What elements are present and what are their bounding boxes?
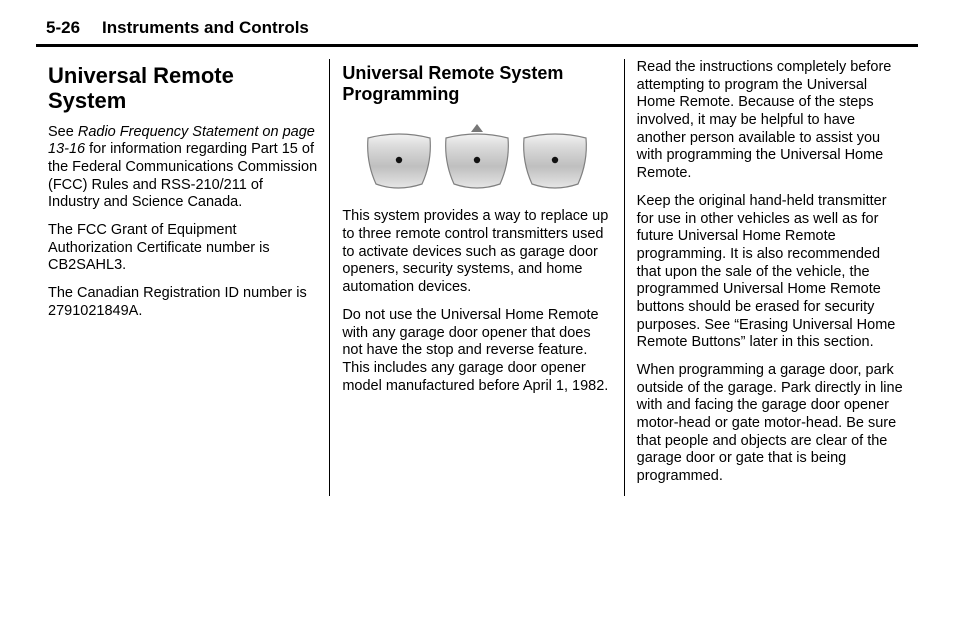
column-2: Universal Remote System Programming	[329, 59, 623, 496]
body-text: When programming a garage door, park out…	[637, 362, 906, 486]
header-rule	[36, 44, 918, 47]
text-run: for information regarding Part 15 of the…	[48, 141, 317, 210]
section-heading: Universal Remote System	[48, 63, 317, 114]
subsection-heading: Universal Remote System Programming	[342, 63, 611, 104]
manual-page: 5-26 Instruments and Controls Universal …	[0, 0, 954, 638]
body-text: Do not use the Universal Home Remote wit…	[342, 307, 611, 395]
body-text: Read the instructions completely before …	[637, 59, 906, 183]
column-1: Universal Remote System See Radio Freque…	[36, 59, 329, 496]
page-number: 5-26	[46, 18, 80, 38]
body-text: See Radio Frequency Statement on page 13…	[48, 124, 317, 212]
body-text: This system provides a way to replace up…	[342, 208, 611, 296]
column-3: Read the instructions completely before …	[624, 59, 918, 496]
content-columns: Universal Remote System See Radio Freque…	[36, 59, 918, 496]
chapter-title: Instruments and Controls	[102, 18, 309, 38]
page-header: 5-26 Instruments and Controls	[36, 18, 918, 38]
body-text: The Canadian Registration ID number is 2…	[48, 285, 317, 320]
body-text: Keep the original hand-held transmitter …	[637, 193, 906, 352]
remote-illustration	[342, 118, 611, 198]
remote-buttons-icon	[352, 118, 602, 198]
body-text: The FCC Grant of Equipment Authorization…	[48, 222, 317, 275]
text-run: See	[48, 124, 78, 140]
